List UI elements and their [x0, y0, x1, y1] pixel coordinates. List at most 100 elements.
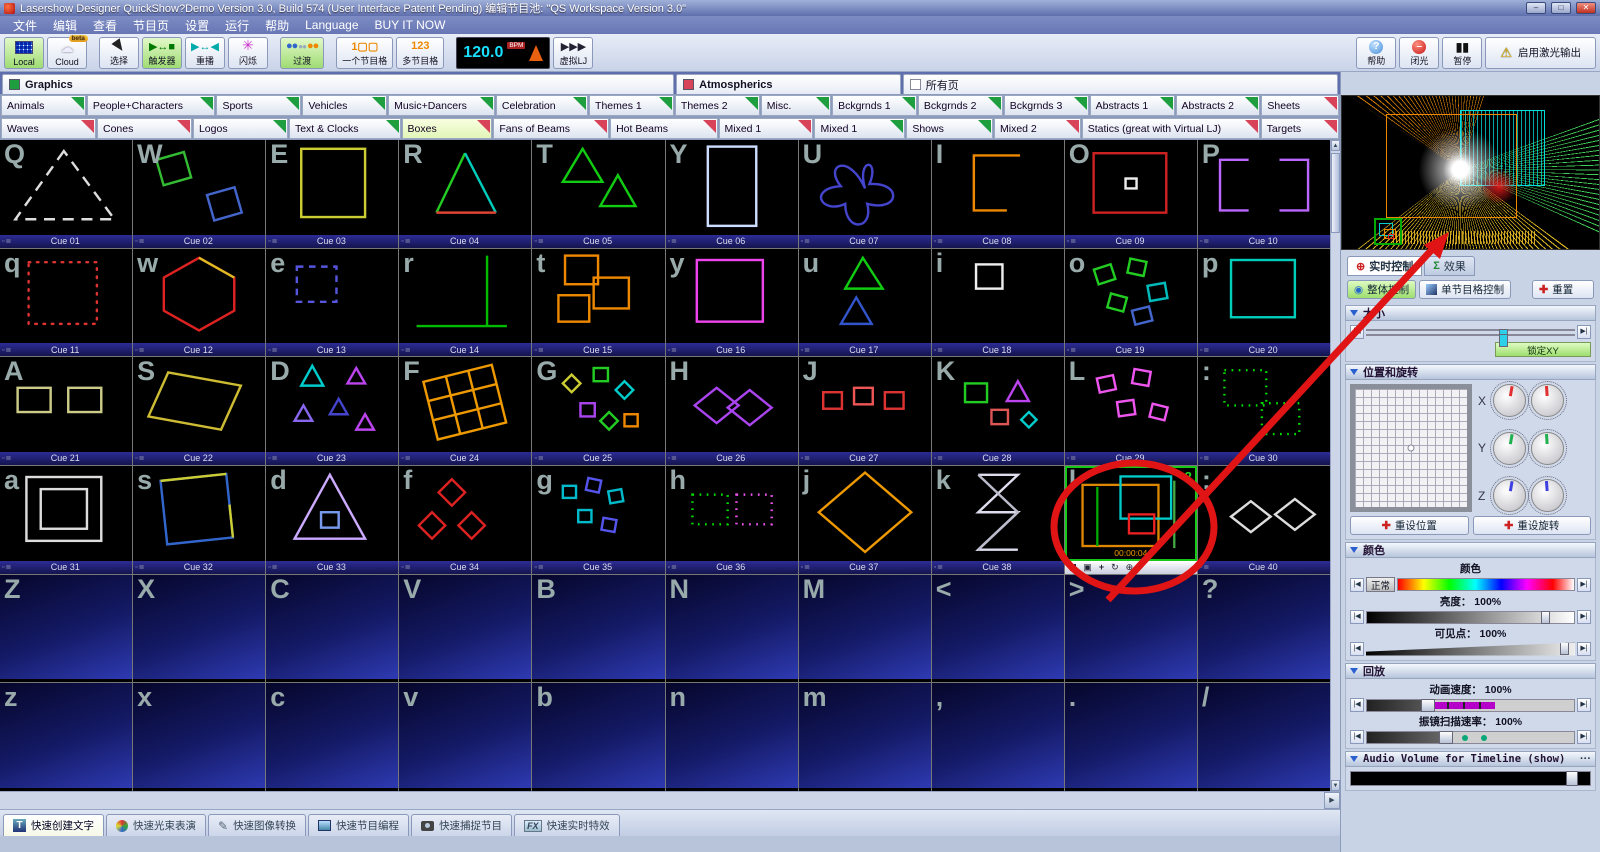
reset-button[interactable]: ✚ 重置	[1532, 280, 1594, 299]
cue-cell-empty-46[interactable]: N	[666, 575, 798, 683]
cue-cell-empty-55[interactable]: b	[532, 683, 664, 791]
category-row1-tab-2[interactable]: People+Characters	[87, 95, 216, 116]
lock-xy-button[interactable]: 锁定XY	[1495, 342, 1591, 357]
cue-cell-cue-33[interactable]: d▫≣Cue 33	[266, 466, 398, 574]
color-normal-chip[interactable]: 正常	[1366, 577, 1395, 592]
scroll-down-arrow[interactable]: ▼	[1331, 780, 1340, 791]
menu-item-3[interactable]: 查看	[86, 16, 124, 35]
size-x-slider[interactable]	[1366, 329, 1575, 331]
menu-item-5[interactable]: 设置	[178, 16, 216, 35]
cue-cell-cue-24[interactable]: F▫≣Cue 24	[399, 357, 531, 465]
cue-cell-cue-13[interactable]: e▫≣Cue 13	[266, 249, 398, 357]
category-row2-tab-13[interactable]: Targets	[1261, 118, 1339, 139]
page-tab-all-pages[interactable]: 所有页	[903, 74, 1338, 94]
move-icon[interactable]: +	[1099, 562, 1104, 572]
bottom-tab-4[interactable]: 快速节目编程	[308, 814, 409, 836]
audio-section-header[interactable]: Audio Volume for Timeline (show) ···	[1345, 751, 1596, 767]
cue-cell-cue-12[interactable]: w▫≣Cue 12	[133, 249, 265, 357]
cue-cell-cue-28[interactable]: K▫≣Cue 28	[932, 357, 1064, 465]
cue-cell-cue-04[interactable]: R▫≣Cue 04	[399, 140, 531, 248]
cue-cell-cue-38[interactable]: k▫≣Cue 38	[932, 466, 1064, 574]
category-row2-tab-10[interactable]: Shows	[906, 118, 993, 139]
audio-volume-slider[interactable]	[1350, 771, 1591, 786]
projection-zone-icon[interactable]	[1374, 218, 1402, 245]
z-position-knob[interactable]	[1493, 479, 1526, 512]
select-mode-button[interactable]: 选择	[99, 37, 139, 69]
cue-cell-empty-59[interactable]: .	[1065, 683, 1197, 791]
category-row1-tab-4[interactable]: Vehicles	[302, 95, 387, 116]
cue-cell-cue-20[interactable]: p▫≣Cue 20	[1198, 249, 1330, 357]
cue-cell-empty-52[interactable]: x	[133, 683, 265, 791]
x-rotation-knob[interactable]	[1531, 384, 1564, 417]
reset-position-button[interactable]: ✚重设位置	[1350, 516, 1469, 535]
local-button[interactable]: Local	[4, 37, 44, 69]
cue-cell-empty-53[interactable]: c	[266, 683, 398, 791]
cue-cell-cue-39[interactable]: l200:00:04▣+↻⊕	[1065, 466, 1197, 574]
scan-rate-slider[interactable]	[1366, 731, 1575, 744]
cue-cell-empty-54[interactable]: v	[399, 683, 531, 791]
category-row1-tab-10[interactable]: Bckgrnds 1	[832, 95, 917, 116]
brightness-slider[interactable]	[1366, 611, 1575, 624]
maximize-button[interactable]: □	[1551, 2, 1571, 14]
cue-cell-empty-50[interactable]: ?	[1198, 575, 1330, 683]
size-min-button[interactable]: |◀	[1350, 325, 1364, 339]
pause-button[interactable]: ▮▮ 暂停	[1442, 37, 1482, 69]
visible-points-slider[interactable]	[1366, 643, 1575, 656]
zoom-icon[interactable]: ⊕	[1126, 562, 1134, 573]
cue-cell-cue-19[interactable]: o▫≣Cue 19	[1065, 249, 1197, 357]
category-row2-tab-9[interactable]: Mixed 1	[814, 118, 905, 139]
playback-section-header[interactable]: 回放	[1345, 663, 1596, 679]
cue-cell-empty-45[interactable]: B	[532, 575, 664, 683]
cue-cell-cue-15[interactable]: t▫≣Cue 15	[532, 249, 664, 357]
help-button[interactable]: ? 帮助	[1356, 37, 1396, 69]
category-row2-tab-4[interactable]: Text & Clocks	[289, 118, 401, 139]
menu-item-9[interactable]: BUY IT NOW	[368, 17, 453, 33]
anim-speed-max-button[interactable]: ▶|	[1577, 698, 1591, 712]
brightness-min-button[interactable]: |◀	[1350, 610, 1364, 624]
cue-cell-cue-35[interactable]: g▫≣Cue 35	[532, 466, 664, 574]
page-tab-atmospherics[interactable]: Atmospherics	[676, 74, 901, 94]
pause-icon[interactable]	[1070, 564, 1077, 571]
cue-cell-empty-58[interactable]: ,	[932, 683, 1064, 791]
category-row1-tab-11[interactable]: Bckgrnds 2	[918, 95, 1003, 116]
audio-more-button[interactable]: ···	[1580, 753, 1591, 765]
cue-cell-cue-02[interactable]: W▫≣Cue 02	[133, 140, 265, 248]
cue-cell-cue-32[interactable]: s▫≣Cue 32	[133, 466, 265, 574]
cue-cell-empty-48[interactable]: <	[932, 575, 1064, 683]
flash-mode-button[interactable]: ✳ 闪烁	[228, 37, 268, 69]
cue-cell-cue-37[interactable]: j▫≣Cue 37	[799, 466, 931, 574]
menu-item-7[interactable]: 帮助	[258, 16, 296, 35]
close-button[interactable]: ✕	[1576, 2, 1596, 14]
y-rotation-knob[interactable]	[1531, 432, 1564, 465]
scan-rate-max-button[interactable]: ▶|	[1577, 730, 1591, 744]
cue-cell-cue-22[interactable]: S▫≣Cue 22	[133, 357, 265, 465]
category-row2-tab-7[interactable]: Hot Beams	[610, 118, 717, 139]
scroll-up-arrow[interactable]: ▲	[1331, 140, 1340, 151]
menu-item-8[interactable]: Language	[298, 17, 365, 33]
cue-cell-cue-10[interactable]: P▫≣Cue 10	[1198, 140, 1330, 248]
grid-scrollbar[interactable]: ▲ ▼	[1330, 140, 1340, 791]
single-cue-control-button[interactable]: 单节目格控制	[1419, 280, 1511, 299]
category-row2-tab-1[interactable]: Waves	[1, 118, 96, 139]
position-section-header[interactable]: 位置和旋转	[1345, 364, 1596, 380]
cue-cell-cue-31[interactable]: a▫≣Cue 31	[0, 466, 132, 574]
master-control-button[interactable]: ◉ 整体控制	[1347, 280, 1416, 299]
blackout-button[interactable]: – 闭光	[1399, 37, 1439, 69]
restart-mode-button[interactable]: ▶↔◀ 重播	[185, 37, 225, 69]
category-row2-tab-5[interactable]: Boxes	[402, 118, 493, 139]
cue-cell-empty-44[interactable]: V	[399, 575, 531, 683]
cue-cell-empty-47[interactable]: M	[799, 575, 931, 683]
one-cue-button[interactable]: 1▢▢ 一个节目格	[336, 37, 393, 69]
cue-cell-cue-40[interactable]: ;▫≣Cue 40	[1198, 466, 1330, 574]
cue-cell-cue-09[interactable]: O▫≣Cue 09	[1065, 140, 1197, 248]
bottom-tab-5[interactable]: 快速捕捉节目	[411, 814, 512, 836]
visible-max-button[interactable]: ▶|	[1577, 642, 1591, 656]
category-row2-tab-3[interactable]: Logos	[193, 118, 288, 139]
menu-item-1[interactable]: 文件	[6, 16, 44, 35]
cue-cell-cue-23[interactable]: D▫≣Cue 23	[266, 357, 398, 465]
minimize-button[interactable]: –	[1526, 2, 1546, 14]
page-tab-graphics[interactable]: Graphics	[2, 74, 674, 94]
trigger-mode-button[interactable]: ▶↔■ 触发器	[142, 37, 182, 69]
cue-cell-empty-49[interactable]: >	[1065, 575, 1197, 683]
transition-button[interactable]: ●●●●●● 过渡	[280, 37, 324, 69]
